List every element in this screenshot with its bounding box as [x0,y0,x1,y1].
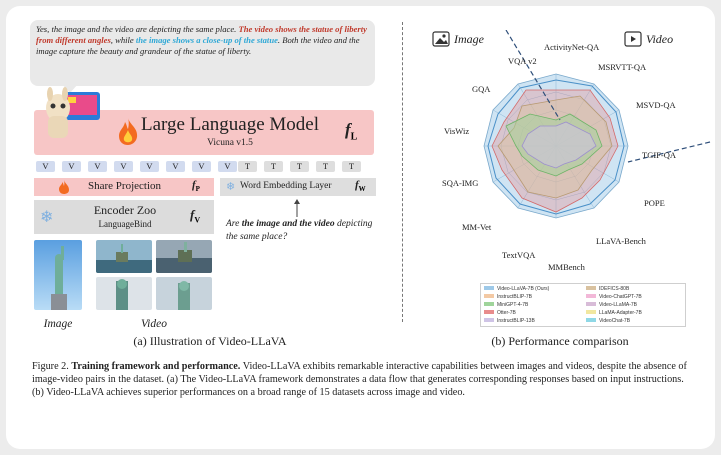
visual-token: V [62,161,81,172]
share-projection-symbol: fP [192,179,200,193]
llm-title: Large Language Model [141,114,319,135]
text-token: T [316,161,335,172]
radar-axis-label: MSVD-QA [636,100,677,110]
figure-caption-prefix: Figure 2. [32,361,72,372]
legend-label: Video-ChatGPT-7B [599,294,642,300]
llm-symbol: fL [345,120,357,142]
response-text-1: Yes, the image and the video are depicti… [36,24,239,34]
figure-caption: Figure 2. Training framework and perform… [32,360,692,399]
encoder-subtitle: LanguageBind [98,219,152,229]
snowflake-icon: ❄ [226,181,236,193]
video-frame-1 [96,240,152,273]
legend-swatch [586,294,596,298]
encoder-sub: V [194,215,201,225]
legend-entry: Otter-7B [484,310,516,316]
response-bubble: Yes, the image and the video are depicti… [30,20,375,86]
radar-chart: ActivityNet-QA MSRVTT-QA MSVD-QA TGIF-QA… [442,30,711,272]
legend-swatch [484,302,494,306]
legend-label: VideoChat-7B [599,318,631,324]
legend-entry: LLaMA-Adapter-7B [586,310,642,316]
panel-divider [402,22,403,322]
legend-entry: Video-LLaMA-7B [586,302,637,308]
llm-symbol-sub: L [350,131,358,143]
text-token: T [342,161,361,172]
legend-swatch [484,318,494,322]
video-frame-2 [156,240,212,273]
arrow-up-icon [294,199,300,217]
legend-label: Video-LLaVA-7B (Ours) [497,286,550,292]
legend-swatch [586,286,596,290]
video-frame-4 [156,277,212,310]
question-part-1: Are [226,219,242,229]
left-panel-caption: (a) Illustration of Video-LLaVA [133,334,287,348]
legend-swatch [484,286,494,290]
share-projection-sub: P [195,185,200,194]
right-panel-caption: (b) Performance comparison [491,334,629,348]
radar-axis-label: TGIF-QA [642,150,677,160]
legend-label: MiniGPT-4-7B [497,302,529,308]
radar-axis-label: MM-Vet [462,222,492,232]
statue-image [34,240,82,310]
legend-entry: Video-ChatGPT-7B [586,294,642,300]
radar-axis-label: ActivityNet-QA [544,42,600,52]
legend-swatch [484,294,494,298]
response-text-2: , while [110,35,136,46]
radar-axis-label: SQA-IMG [442,178,478,188]
legend-swatch [586,302,596,306]
radar-axis-label: MMBench [548,262,586,272]
legend-label: InstructBLIP-13B [497,318,535,324]
radar-axis-label: MSRVTT-QA [598,62,647,72]
radar-axis-label: VQA v2 [508,56,537,66]
encoder-symbol: fV [190,207,200,225]
radar-axis-label: LLaVA-Bench [596,236,647,246]
text-token: T [264,161,283,172]
word-embedding-symbol: fW [355,179,366,193]
question-part-bold: the image and the video [241,219,335,229]
legend-label: Video-LLaMA-7B [599,302,637,308]
visual-token: V [166,161,185,172]
snowflake-icon: ❄ [40,209,54,226]
word-embedding-label: Word Embedding Layer [240,181,332,191]
response-highlight-image: the image shows a close-up of the statue [135,35,278,46]
legend-entry: Video-LLaVA-7B (Ours) [484,286,549,292]
legend-entry: MiniGPT-4-7B [484,302,528,308]
video-frame-3 [96,277,152,310]
visual-token: V [218,161,237,172]
llama-mascot-icon [46,87,100,138]
question-text: Are the image and the video depicting th… [226,218,386,244]
fire-icon [59,180,69,194]
llm-subtitle: Vicuna v1.5 [207,138,253,148]
radar-axis-label: GQA [472,84,491,94]
video-label: Video [141,318,167,330]
radar-axis-label: POPE [644,198,665,208]
image-label: Image [43,318,73,330]
text-token: T [290,161,309,172]
legend-entry: InstructBLIP-13B [484,318,535,324]
visual-token: V [36,161,55,172]
share-projection-label: Share Projection [88,180,162,192]
legend-label: IDEFICS-80B [599,286,630,292]
visual-token: V [192,161,211,172]
word-embedding-sub: W [358,185,366,194]
legend-swatch [586,310,596,314]
legend-label: Otter-7B [497,310,516,316]
radar-axis-label: TextVQA [502,250,536,260]
legend-swatch [484,310,494,314]
encoder-title: Encoder Zoo [93,203,157,217]
legend-entry: VideoChat-7B [586,318,630,324]
legend-entry: InstructBLIP-7B [484,294,532,300]
visual-token: V [140,161,159,172]
legend-label: InstructBLIP-7B [497,294,533,300]
legend-label: LLaMA-Adapter-7B [599,310,642,316]
radar-axis-label: VisWiz [444,126,469,136]
visual-token: V [88,161,107,172]
text-token: T [238,161,257,172]
legend-entry: IDEFICS-80B [586,286,629,292]
legend-swatch [586,318,596,322]
figure-caption-bold: Training framework and performance. [71,361,241,372]
visual-token: V [114,161,133,172]
